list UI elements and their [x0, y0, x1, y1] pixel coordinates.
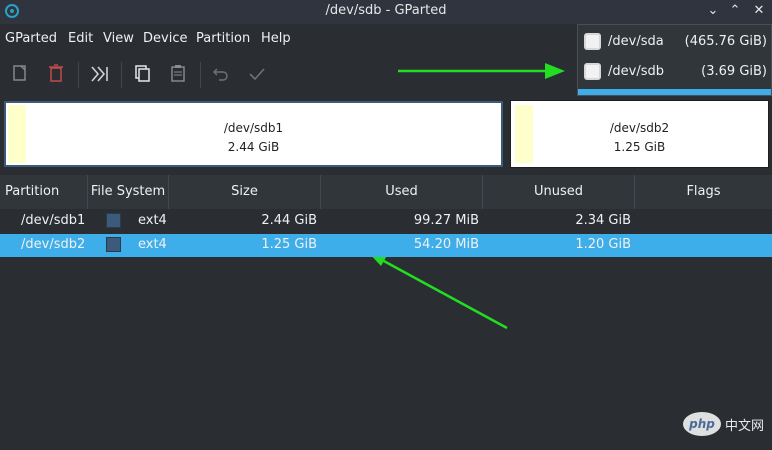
device-size: (3.69 GiB)	[701, 64, 767, 79]
partition-name: /dev/sdb1	[223, 121, 284, 135]
cell-unused: 1.20 GiB	[575, 237, 631, 252]
column-file-system[interactable]: File System	[88, 175, 169, 209]
disk-graphic: /dev/sdb1 2.44 GiB /dev/sdb2 1.25 GiB	[0, 97, 772, 173]
copy-icon[interactable]	[128, 57, 156, 91]
cell-filesystem: ext4	[138, 237, 167, 252]
filesystem-color-swatch	[106, 213, 121, 228]
menu-edit[interactable]: Edit	[68, 31, 93, 46]
minimize-icon[interactable]: ⌄	[704, 2, 722, 20]
menu-gparted[interactable]: GParted	[5, 31, 57, 46]
device-option-sdb[interactable]: /dev/sdb (3.69 GiB)	[578, 57, 771, 87]
close-icon[interactable]: ✕	[750, 2, 768, 20]
partition-name: /dev/sdb2	[609, 121, 670, 135]
device-name: /dev/sda	[608, 34, 664, 49]
annotation-arrow-partition	[381, 258, 508, 330]
column-unused[interactable]: Unused	[483, 175, 635, 209]
column-flags[interactable]: Flags	[635, 175, 772, 209]
partition-size: 1.25 GiB	[613, 140, 666, 154]
menu-view[interactable]: View	[103, 31, 134, 46]
partition-size: 2.44 GiB	[227, 140, 280, 154]
delete-icon[interactable]	[42, 57, 70, 91]
cell-size: 2.44 GiB	[261, 213, 317, 228]
toolbar-separator	[121, 62, 122, 88]
column-size[interactable]: Size	[169, 175, 321, 209]
resize-move-icon[interactable]	[86, 57, 114, 91]
table-row[interactable]: /dev/sdb1 ext4 2.44 GiB 99.27 MiB 2.34 G…	[0, 210, 772, 233]
watermark: php 中文网	[682, 410, 764, 438]
new-partition-icon[interactable]	[6, 57, 34, 91]
dropdown-highlight-bar	[578, 89, 771, 95]
toolbar-separator	[200, 62, 201, 88]
cell-partition: /dev/sdb2	[21, 237, 86, 252]
hard-disk-icon	[584, 63, 601, 80]
maximize-icon[interactable]: ⌃	[726, 2, 744, 20]
column-partition[interactable]: Partition	[0, 175, 88, 209]
hard-disk-icon	[584, 33, 601, 50]
cell-filesystem: ext4	[138, 213, 167, 228]
menu-device[interactable]: Device	[143, 31, 187, 46]
partition-table-header: Partition File System Size Used Unused F…	[0, 175, 772, 209]
paste-icon[interactable]	[164, 57, 192, 91]
table-row-selected[interactable]: /dev/sdb2 ext4 1.25 GiB 54.20 MiB 1.20 G…	[0, 234, 772, 257]
disk-map-partition-sdb1[interactable]: /dev/sdb1 2.44 GiB	[4, 101, 503, 167]
cell-used: 54.20 MiB	[413, 237, 479, 252]
device-option-sda[interactable]: /dev/sda (465.76 GiB)	[578, 27, 771, 57]
cell-used: 99.27 MiB	[413, 213, 479, 228]
apply-icon[interactable]	[243, 57, 271, 91]
device-size: (465.76 GiB)	[684, 34, 767, 49]
title-bar: /dev/sdb - GParted ⌄ ⌃ ✕	[0, 0, 772, 24]
disk-map-partition-sdb2[interactable]: /dev/sdb2 1.25 GiB	[510, 100, 769, 168]
device-name: /dev/sdb	[608, 64, 664, 79]
filesystem-color-swatch	[106, 237, 121, 252]
watermark-logo: php	[682, 412, 721, 436]
cell-partition: /dev/sdb1	[21, 213, 86, 228]
toolbar-separator	[78, 62, 79, 88]
window-title: /dev/sdb - GParted	[325, 3, 447, 18]
cell-size: 1.25 GiB	[261, 237, 317, 252]
menu-partition[interactable]: Partition	[196, 31, 250, 46]
cell-unused: 2.34 GiB	[575, 213, 631, 228]
menu-help[interactable]: Help	[261, 31, 291, 46]
watermark-text: 中文网	[724, 418, 764, 434]
undo-icon[interactable]	[207, 57, 235, 91]
device-dropdown[interactable]: /dev/sda (465.76 GiB) /dev/sdb (3.69 GiB…	[577, 24, 772, 96]
column-used[interactable]: Used	[321, 175, 483, 209]
